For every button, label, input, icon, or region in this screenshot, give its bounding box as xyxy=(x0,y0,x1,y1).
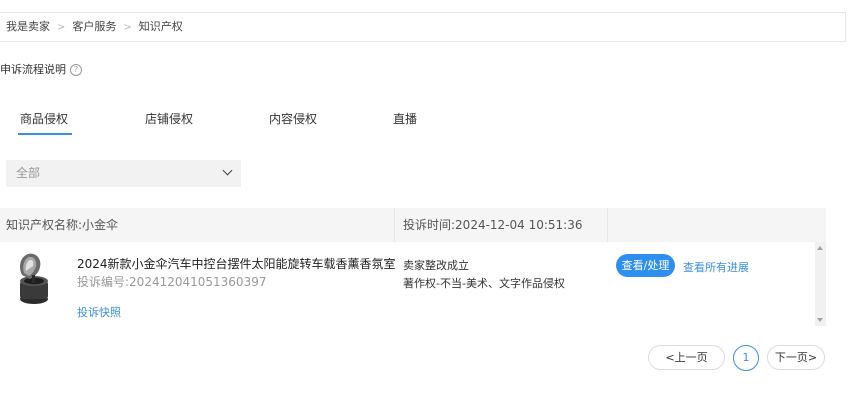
tab-store-infringement[interactable]: 店铺侵权 xyxy=(145,110,193,127)
ip-name-label: 知识产权名称:小金伞 xyxy=(6,218,119,232)
complaint-time-label: 投诉时间:2024-12-04 10:51:36 xyxy=(403,218,583,232)
active-tab-indicator xyxy=(18,133,72,135)
scroll-down-arrow-icon[interactable] xyxy=(817,318,823,322)
tab-live[interactable]: 直播 xyxy=(393,110,417,127)
product-title[interactable]: 2024新款小金伞汽车中控台摆件太阳能旋转车载香薰香氛室内 xyxy=(77,255,395,272)
scroll-up-arrow-icon[interactable] xyxy=(817,246,823,250)
card-scrollbar[interactable] xyxy=(815,242,826,326)
product-thumbnail[interactable] xyxy=(10,249,60,307)
next-page-button[interactable]: 下一页> xyxy=(767,345,825,370)
tab-content-infringement[interactable]: 内容侵权 xyxy=(269,110,317,127)
page-number-button[interactable]: 1 xyxy=(733,345,759,371)
breadcrumb-item-seller[interactable]: 我是卖家 xyxy=(6,20,50,33)
appeal-flow-label: 申诉流程说明 xyxy=(0,63,66,76)
question-circle-icon[interactable]: ? xyxy=(70,64,82,76)
breadcrumb: 我是卖家 > 客户服务 > 知识产权 xyxy=(0,12,846,42)
column-divider xyxy=(607,208,608,242)
complaint-snapshot-link[interactable]: 投诉快照 xyxy=(77,304,121,320)
breadcrumb-item-customer-service[interactable]: 客户服务 xyxy=(72,20,116,33)
complaint-status: 卖家整改成立 xyxy=(403,259,469,272)
chevron-down-icon xyxy=(222,165,233,176)
appeal-flow-link[interactable]: 申诉流程说明? xyxy=(0,61,82,77)
breadcrumb-item-ip: 知识产权 xyxy=(138,20,183,33)
filter-select[interactable]: 全部 xyxy=(6,160,241,187)
tab-product-infringement[interactable]: 商品侵权 xyxy=(20,110,68,127)
view-all-progress-link[interactable]: 查看所有进展 xyxy=(683,259,749,275)
column-divider xyxy=(394,208,395,242)
filter-selected-value: 全部 xyxy=(16,166,41,180)
view-handle-button[interactable]: 查看/处理 xyxy=(616,254,675,277)
complaint-number: 投诉编号:202412041051360397 xyxy=(77,275,267,289)
breadcrumb-separator: > xyxy=(57,22,66,33)
prev-page-button[interactable]: <上一页 xyxy=(648,345,725,370)
complaint-card-header: 知识产权名称:小金伞 投诉时间:2024-12-04 10:51:36 xyxy=(0,208,826,242)
complaint-reason: 著作权-不当-美术、文字作品侵权 xyxy=(403,277,565,290)
breadcrumb-separator: > xyxy=(123,22,132,33)
